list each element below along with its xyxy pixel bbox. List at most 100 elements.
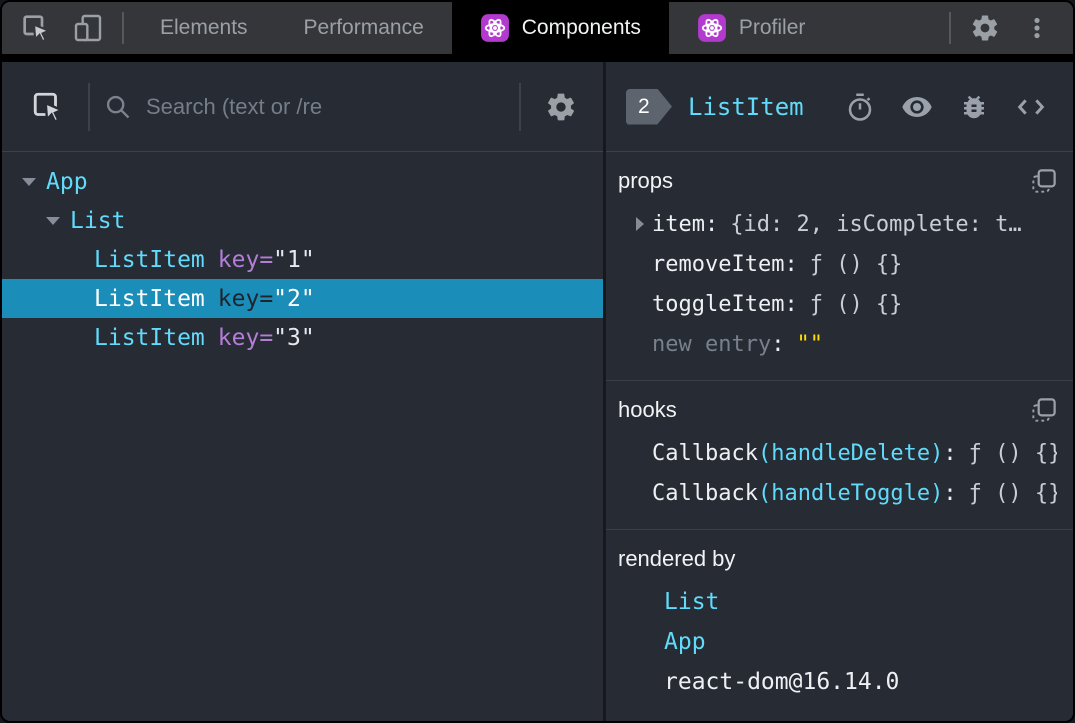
inspected-element-body: props item: {id: 2, isComplete: t… remov… [606, 152, 1073, 721]
prop-row-item[interactable]: item: {id: 2, isComplete: t… [618, 204, 1057, 244]
renderer-version: react-dom@16.14.0 [664, 669, 900, 695]
owner-link-app[interactable]: App [664, 629, 706, 655]
hook-row-handledelete[interactable]: Callback (handleDelete): ƒ () {} [618, 433, 1057, 473]
react-atom-icon [697, 14, 726, 42]
new-entry-field[interactable]: new entry [652, 332, 771, 357]
tree-row-list[interactable]: List [2, 201, 603, 240]
devtools-window: Elements Performance Components Profiler… [0, 0, 1075, 723]
toolbar-separator [88, 82, 90, 131]
hook-type: Callback [652, 440, 758, 466]
prop-row-toggleitem[interactable]: toggleItem: ƒ () {} [618, 284, 1057, 324]
prop-name: item [652, 211, 705, 237]
component-name: List [70, 207, 126, 234]
owners-count: 2 [638, 94, 650, 118]
prop-name: removeItem [652, 251, 785, 277]
chevron-down-icon[interactable] [18, 177, 40, 186]
key-attribute-name: key= [217, 324, 274, 351]
prop-value: {id: 2, isComplete: t… [730, 211, 1022, 237]
colon: : [771, 331, 785, 357]
header-actions [845, 91, 1053, 123]
props-section: props item: {id: 2, isComplete: t… remov… [606, 152, 1073, 381]
tabbar-separator [949, 12, 951, 44]
hook-value: ƒ () {} [968, 440, 1057, 466]
key-attribute-value: "2" [273, 285, 315, 312]
search-field [104, 93, 505, 121]
hook-row-handletoggle[interactable]: Callback (handleToggle): ƒ () {} [618, 473, 1057, 513]
gear-icon [972, 15, 998, 41]
colon: : [704, 211, 719, 237]
tab-elements[interactable]: Elements [132, 2, 276, 54]
key-attribute-name: key= [217, 246, 274, 273]
key-attribute-value: "3" [273, 324, 315, 351]
view-source-button[interactable] [1015, 91, 1047, 123]
rendered-by-row: react-dom@16.14.0 [618, 662, 1057, 702]
tabbar-right-controls [941, 2, 1073, 54]
tab-label: Components [521, 16, 641, 39]
copy-props-button[interactable] [1031, 168, 1057, 194]
search-icon [106, 95, 130, 118]
tabbar-separator [122, 12, 124, 44]
toolbar-separator [519, 82, 521, 131]
inspected-component-title: ListItem [688, 92, 804, 121]
settings-button[interactable] [959, 2, 1011, 54]
key-attribute-value: "1" [273, 246, 315, 273]
owners-stack-badge: 2 [626, 88, 672, 125]
hooks-section: hooks Callback (handleDelete): ƒ () {} C… [606, 381, 1073, 530]
inspected-element-pane: 2 ListItem props item: {id: 2, isComple… [606, 62, 1073, 721]
hook-name: (handleDelete) [757, 440, 944, 466]
rendered-by-section: rendered by List App react-dom@16.14.0 [606, 530, 1073, 718]
tab-components[interactable]: Components [451, 2, 669, 54]
prop-value: ƒ () {} [809, 291, 903, 317]
hook-type: Callback [652, 480, 758, 506]
prop-name: toggleItem [652, 291, 785, 317]
device-toolbar-icon [74, 14, 102, 42]
inspect-element-button[interactable] [10, 2, 62, 54]
kebab-menu-icon [1034, 17, 1040, 39]
chevron-down-icon[interactable] [42, 216, 64, 225]
prop-value: ƒ () {} [809, 251, 903, 277]
rendered-by-title: rendered by [618, 546, 736, 571]
copy-icon [1032, 169, 1056, 193]
owner-link-list[interactable]: List [664, 589, 719, 615]
more-menu-button[interactable] [1011, 2, 1063, 54]
rendered-by-row: App [618, 622, 1057, 662]
search-input[interactable] [146, 93, 505, 120]
component-name: ListItem [94, 246, 205, 273]
colon: : [784, 251, 798, 277]
tab-performance[interactable]: Performance [276, 2, 452, 54]
components-panel: App List ListItem key= "1" ListItem key=… [2, 62, 1073, 721]
component-name: ListItem [94, 324, 205, 351]
prop-row-new-entry[interactable]: new entry: "" [618, 324, 1057, 364]
tree-row-listitem-1[interactable]: ListItem key= "1" [2, 240, 603, 279]
colon: : [784, 291, 798, 317]
suspend-toggle-button[interactable] [845, 92, 875, 122]
inspect-cursor-icon [33, 92, 65, 123]
inspected-element-header: 2 ListItem [606, 62, 1073, 152]
tab-profiler[interactable]: Profiler [669, 2, 834, 54]
prop-row-removeitem[interactable]: removeItem: ƒ () {} [618, 244, 1057, 284]
tab-label: Performance [303, 16, 424, 39]
copy-icon [1032, 398, 1056, 422]
eye-icon [902, 96, 932, 117]
stopwatch-icon [848, 93, 872, 121]
tree-row-listitem-3[interactable]: ListItem key= "3" [2, 318, 603, 357]
rendered-by-row: List [618, 582, 1057, 622]
log-to-console-button[interactable] [959, 92, 989, 122]
react-atom-icon [480, 14, 509, 42]
copy-hooks-button[interactable] [1031, 397, 1057, 423]
component-tree: App List ListItem key= "1" ListItem key=… [2, 152, 603, 357]
props-section-title: props [618, 168, 674, 193]
view-settings-button[interactable] [535, 91, 587, 123]
colon: : [943, 480, 957, 506]
hook-value: ƒ () {} [968, 480, 1057, 506]
expand-arrow-icon[interactable] [628, 217, 652, 231]
pick-component-button[interactable] [22, 89, 74, 125]
inspect-cursor-icon [23, 15, 52, 43]
device-toolbar-button[interactable] [62, 2, 114, 54]
colon: : [943, 440, 957, 466]
tree-row-app[interactable]: App [2, 162, 603, 201]
inspect-dom-button[interactable] [901, 91, 933, 123]
gear-icon [548, 93, 574, 120]
tree-row-listitem-2-selected[interactable]: ListItem key= "2" [2, 279, 603, 318]
devtools-tabbar: Elements Performance Components Profiler [2, 2, 1073, 62]
